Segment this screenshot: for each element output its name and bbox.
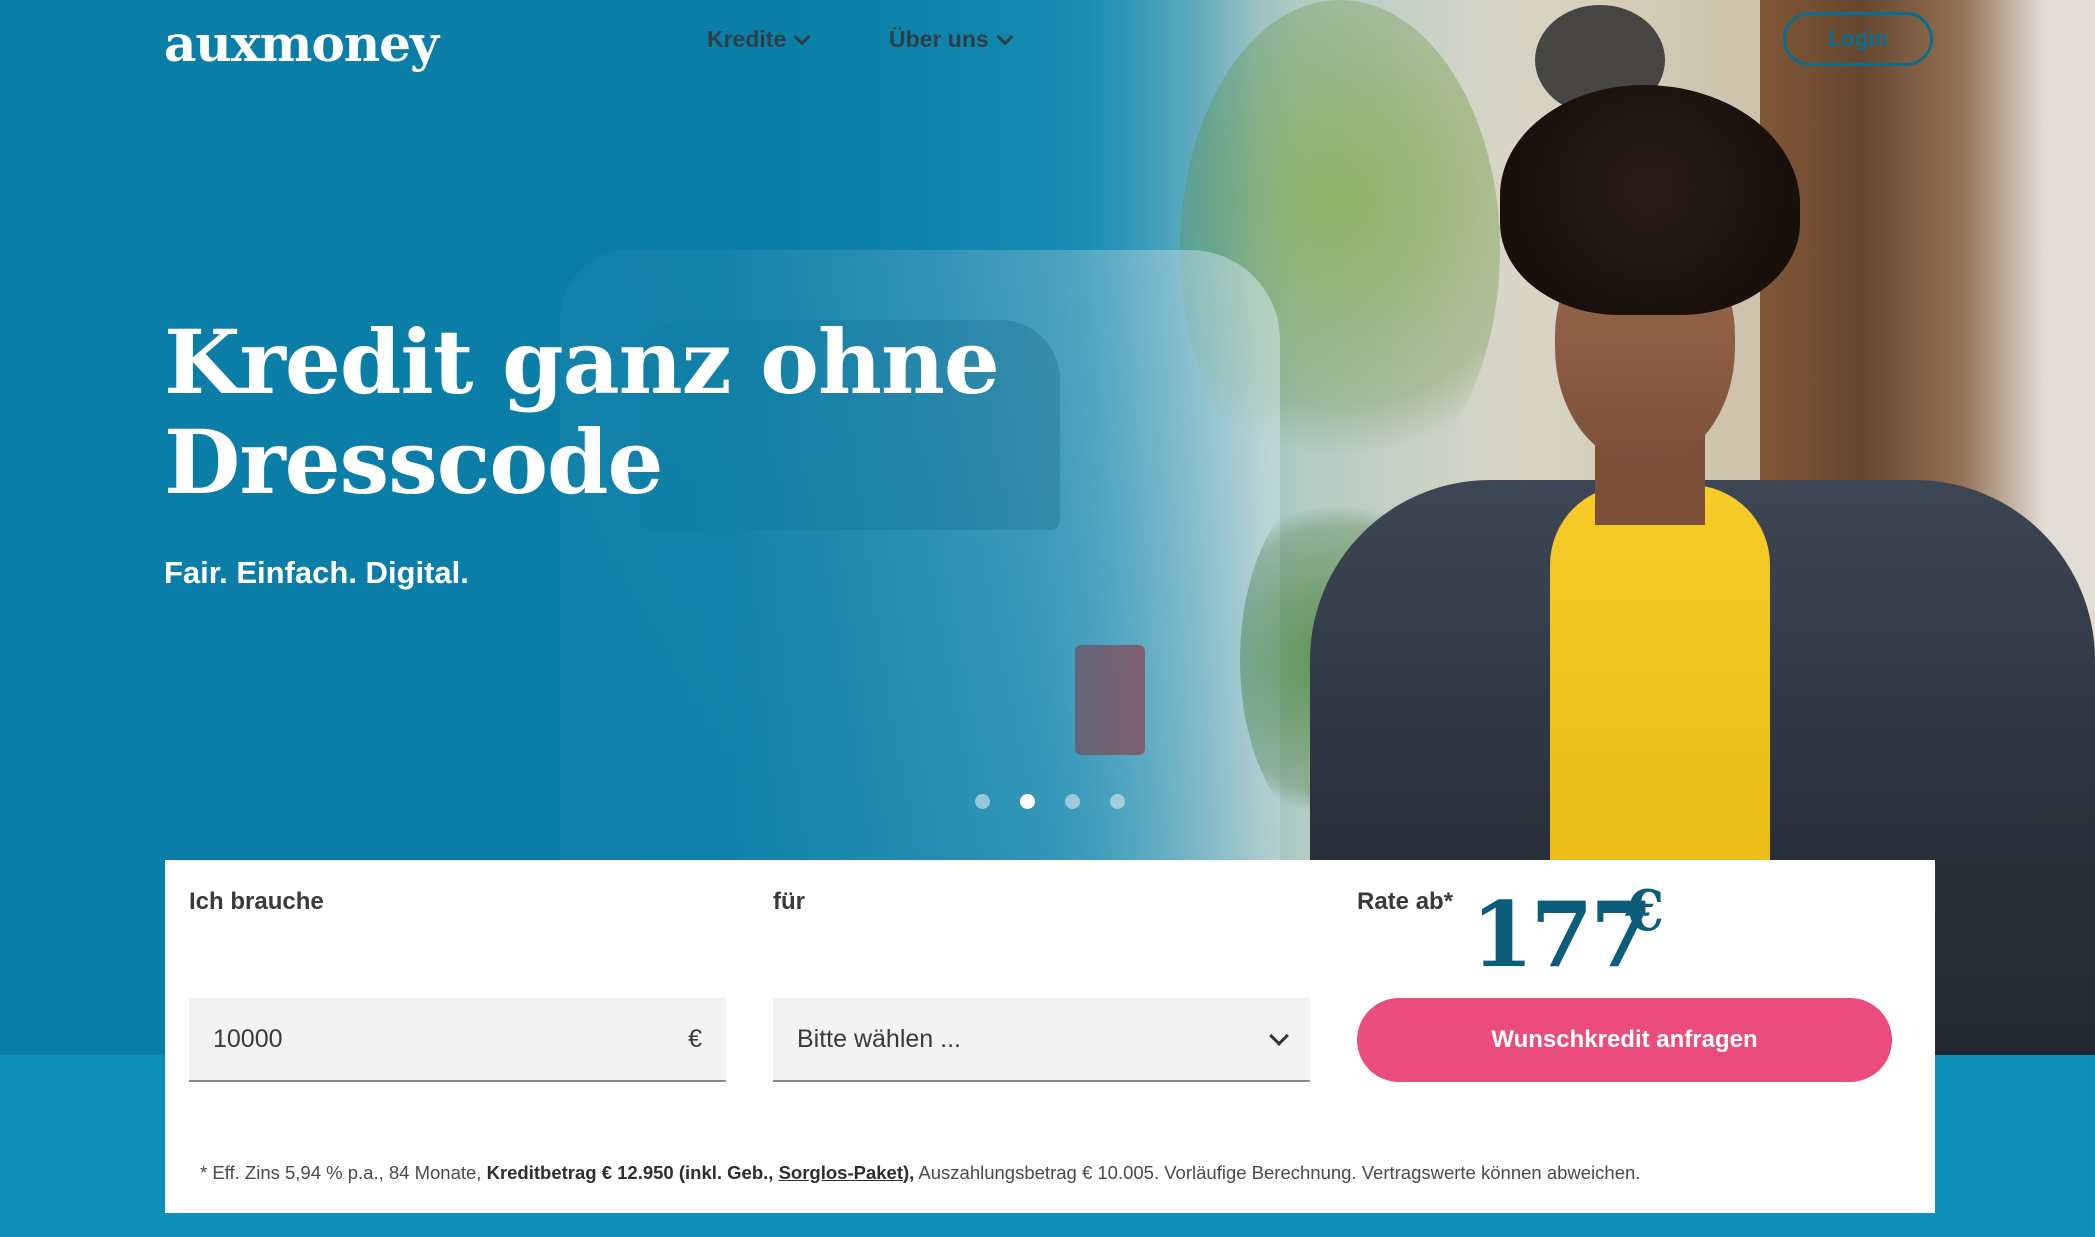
amount-input[interactable]: 10000 €: [189, 998, 726, 1082]
chevron-down-icon: [996, 28, 1014, 45]
nav-item-ueber-uns[interactable]: Über uns: [889, 26, 1014, 53]
rate-value: 177: [1471, 882, 1653, 988]
hero-headline-line2: Dresscode: [164, 410, 664, 514]
rate-label: Rate ab*: [1357, 888, 1454, 915]
nav-item-label: Kredite: [707, 26, 787, 52]
footnote: * Eff. Zins 5,94 % p.a., 84 Monate, Kred…: [200, 1162, 1640, 1184]
request-loan-button[interactable]: Wunschkredit anfragen: [1357, 998, 1892, 1082]
hero-headline: Kredit ganz ohne Dresscode: [164, 312, 1064, 512]
purpose-value: Bitte wählen ...: [797, 1024, 961, 1053]
footnote-text-2: Auszahlungsbetrag € 10.005. Vorläufige B…: [914, 1162, 1641, 1183]
amount-value: 10000: [213, 1024, 283, 1053]
nav-item-kredite[interactable]: Kredite: [707, 26, 811, 53]
rate-currency: €: [1625, 878, 1664, 944]
purpose-select[interactable]: Bitte wählen ...: [773, 998, 1310, 1082]
carousel-dot-3[interactable]: [1065, 794, 1080, 809]
nav-item-label: Über uns: [889, 26, 989, 52]
footnote-bold-2: ),: [902, 1162, 915, 1183]
login-button[interactable]: Login: [1783, 12, 1933, 66]
euro-icon: €: [688, 1024, 702, 1053]
carousel-dot-1[interactable]: [975, 794, 990, 809]
person-hair: [1500, 85, 1800, 315]
footnote-bold-1: Kreditbetrag € 12.950 (inkl. Geb.,: [486, 1162, 779, 1183]
hero-headline-line1: Kredit ganz ohne: [164, 310, 1000, 414]
sorglos-paket-link[interactable]: Sorglos-Paket: [779, 1162, 903, 1183]
carousel-dots: [975, 794, 1125, 809]
hero-subline: Fair. Einfach. Digital.: [164, 555, 469, 590]
auxmoney-logo[interactable]: auxmoney: [164, 14, 439, 73]
footnote-text-1: * Eff. Zins 5,94 % p.a., 84 Monate,: [200, 1162, 487, 1183]
chevron-down-icon: [1269, 1026, 1289, 1046]
purpose-label: für: [773, 888, 805, 915]
amount-label: Ich brauche: [189, 888, 324, 915]
carousel-dot-2[interactable]: [1020, 794, 1035, 809]
carousel-dot-4[interactable]: [1110, 794, 1125, 809]
chevron-down-icon: [793, 28, 811, 45]
loan-calculator: Ich brauche 10000 € für Bitte wählen ...…: [165, 860, 1935, 1213]
